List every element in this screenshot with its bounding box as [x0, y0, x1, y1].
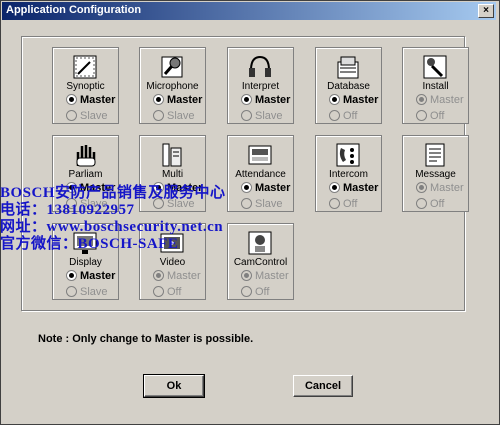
module-tile-camcontrol: CamControl Master Off [227, 223, 294, 300]
radio-slave[interactable]: Slave [153, 109, 195, 124]
radio-slave[interactable]: Slave [66, 197, 108, 212]
application-configuration-window: Application Configuration × Synoptic Mast… [0, 0, 500, 425]
intercom-icon [336, 143, 360, 167]
radio-off[interactable]: Off [416, 109, 444, 124]
title-bar: Application Configuration × [2, 2, 496, 20]
install-icon [423, 55, 447, 79]
ok-button[interactable]: Ok [143, 374, 205, 398]
radio-master[interactable]: Master [416, 181, 464, 196]
radio-slave[interactable]: Slave [66, 109, 108, 124]
radio-off[interactable]: Off [329, 109, 357, 124]
module-tile-attendance: Attendance Master Slave [227, 135, 294, 212]
database-icon [337, 56, 359, 79]
radio-master[interactable]: Master [329, 181, 378, 196]
radio-slave[interactable]: Slave [241, 197, 283, 212]
module-tile-intercom: Intercom Master Off [315, 135, 382, 212]
close-button[interactable]: × [478, 4, 494, 18]
module-tile-interpret: Interpret Master Slave [227, 47, 294, 124]
module-tile-database: Database Master Off [315, 47, 382, 124]
radio-master[interactable]: Master [66, 269, 115, 284]
modules-group: Synoptic Master Slave Microphone Master Slave… [21, 36, 469, 311]
radio-master[interactable]: Master [66, 93, 115, 108]
radio-master[interactable]: Master [241, 269, 289, 284]
radio-slave[interactable]: Slave [241, 109, 283, 124]
radio-slave[interactable]: Slave [153, 197, 195, 212]
module-tile-display: Display Master Slave [52, 223, 119, 300]
headphones-icon [249, 55, 271, 77]
camera-control-icon [248, 231, 272, 255]
microphone-icon [161, 56, 183, 78]
module-label: Attendance [235, 169, 286, 180]
radio-off[interactable]: Off [329, 197, 357, 212]
radio-off[interactable]: Off [241, 285, 269, 300]
module-label: Message [415, 169, 456, 180]
module-label: Intercom [329, 169, 368, 180]
synoptic-icon [73, 55, 97, 79]
module-label: Display [69, 257, 102, 268]
radio-master[interactable]: Master [241, 181, 290, 196]
module-tile-multi: Multi Master Slave [139, 135, 206, 212]
radio-off[interactable]: Off [153, 285, 181, 300]
radio-master[interactable]: Master [153, 181, 202, 196]
attendance-icon [248, 145, 272, 165]
video-icon [160, 233, 184, 253]
radio-master[interactable]: Master [416, 93, 464, 108]
module-tile-microphone: Microphone Master Slave [139, 47, 206, 124]
window-title: Application Configuration [6, 4, 142, 16]
module-tile-video: Video Master Off [139, 223, 206, 300]
module-tile-install: Install Master Off [402, 47, 469, 124]
module-label: CamControl [233, 257, 288, 268]
note-text: Note : Only change to Master is possible… [38, 333, 254, 345]
module-tile-synoptic: Synoptic Master Slave [52, 47, 119, 124]
radio-slave[interactable]: Slave [66, 285, 108, 300]
module-label: Interpret [241, 81, 280, 92]
module-label: Database [327, 81, 370, 92]
radio-off[interactable]: Off [416, 197, 444, 212]
radio-master[interactable]: Master [241, 93, 290, 108]
module-label: Video [159, 257, 186, 268]
cancel-button[interactable]: Cancel [293, 375, 353, 397]
multi-icon [162, 143, 182, 167]
module-tile-parliam: Parliam Master Slave [52, 135, 119, 212]
hand-icon [76, 145, 96, 167]
module-label: Synoptic [66, 81, 105, 92]
module-label: Install [422, 81, 449, 92]
radio-master[interactable]: Master [153, 269, 201, 284]
module-label: Microphone [146, 81, 199, 92]
module-label: Multi [161, 169, 184, 180]
radio-master[interactable]: Master [153, 93, 202, 108]
module-label: Parliam [68, 169, 103, 180]
radio-master[interactable]: Master [329, 93, 378, 108]
module-tile-message: Message Master Off [402, 135, 469, 212]
display-icon [73, 232, 97, 254]
radio-master[interactable]: Master [66, 181, 115, 196]
message-icon [425, 143, 445, 167]
